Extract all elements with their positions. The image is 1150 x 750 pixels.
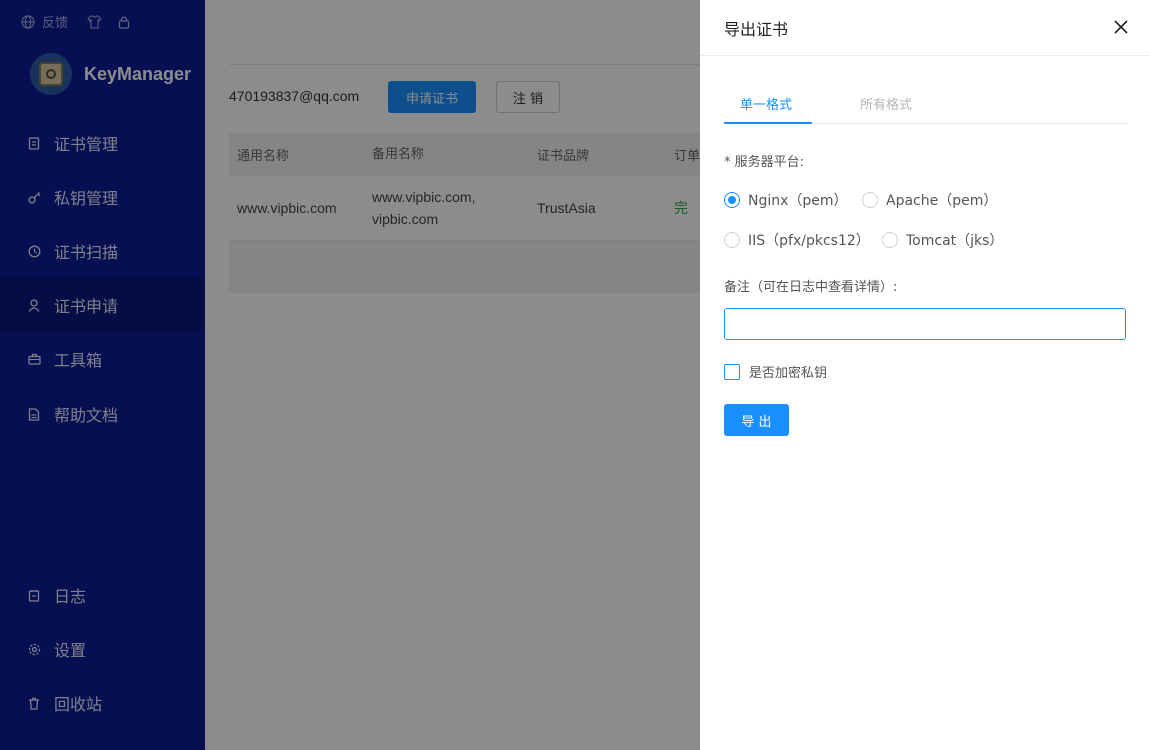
radio-label: Nginx（pem） [748,193,848,209]
tab-all-formats[interactable]: 所有格式 [860,94,912,113]
radio-dot [724,192,740,208]
radio-iis[interactable]: IIS（pfx/pkcs12） [724,230,870,250]
modal-overlay[interactable] [0,0,700,750]
drawer-title: 导出证书 [724,19,789,39]
radio-dot [882,232,898,248]
radio-nginx[interactable]: Nginx（pem） [724,190,848,210]
radio-label: Apache（pem） [886,193,998,209]
note-input[interactable] [724,308,1126,340]
platform-label: * 服务器平台: [724,155,805,170]
radio-apache[interactable]: Apache（pem） [862,190,997,210]
encrypt-private-key-checkbox[interactable]: 是否加密私钥 [724,362,827,381]
export-certificate-drawer: 导出证书 单一格式 所有格式 * 服务器平台: Nginx（pem） Apach… [700,0,1150,750]
radio-dot [862,192,878,208]
radio-dot [724,232,740,248]
radio-label: IIS（pfx/pkcs12） [748,233,870,249]
active-tab-indicator [724,122,812,124]
close-icon[interactable] [1112,18,1130,36]
checkbox-label: 是否加密私钥 [749,366,828,381]
tab-single-format[interactable]: 单一格式 [740,94,792,113]
checkbox-box [724,363,740,380]
drawer-header: 导出证书 [700,0,1150,56]
format-tabs: 单一格式 所有格式 [724,88,1127,124]
radio-label: Tomcat（jks） [906,233,1004,249]
export-button[interactable]: 导 出 [724,404,789,436]
note-label: 备注（可在日志中查看详情）: [724,280,898,295]
radio-tomcat[interactable]: Tomcat（jks） [882,230,1003,250]
